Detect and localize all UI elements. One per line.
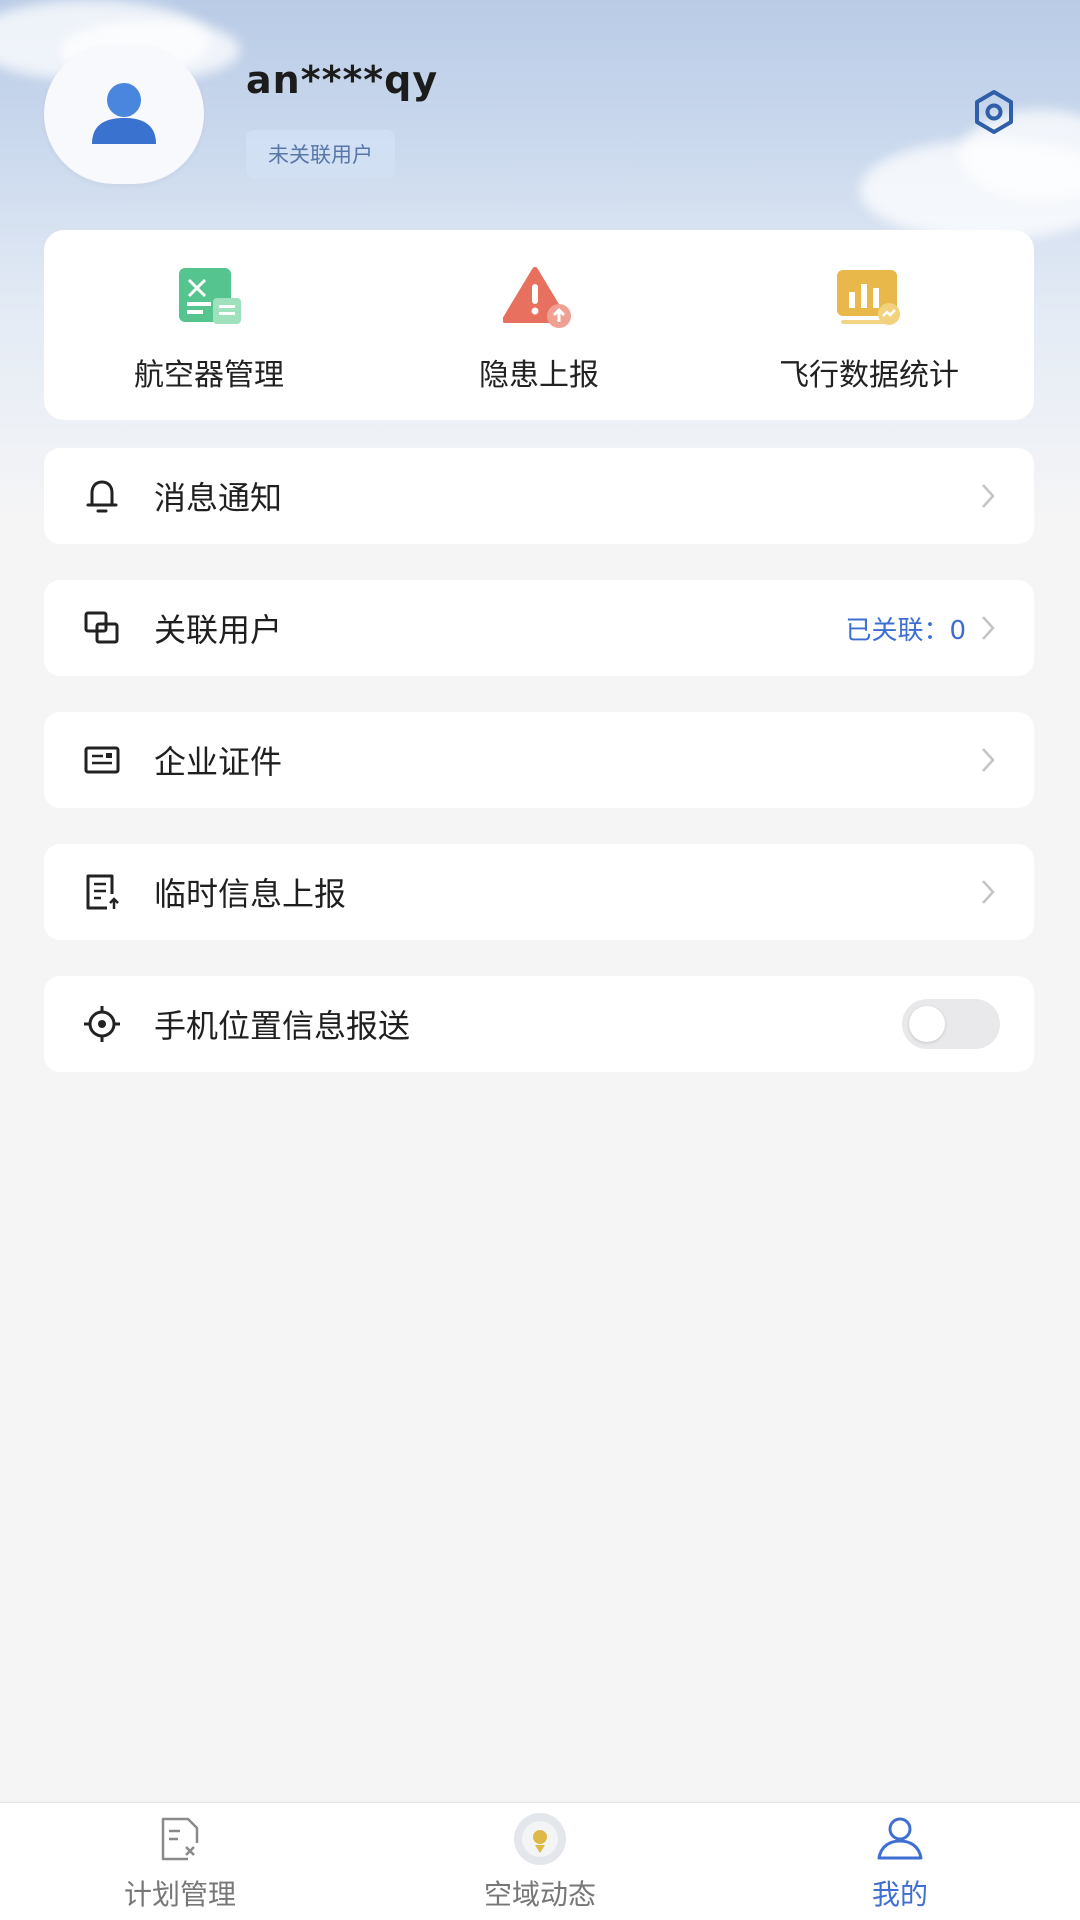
chevron-right-icon bbox=[976, 481, 1000, 511]
document-upload-icon bbox=[82, 872, 122, 912]
menu-item-label: 临时信息上报 bbox=[154, 875, 347, 913]
hazard-report-icon bbox=[503, 264, 575, 332]
airspace-icon bbox=[508, 1811, 572, 1867]
quick-action-label: 隐患上报 bbox=[479, 358, 599, 393]
menu-item-location-report: 手机位置信息报送 bbox=[44, 976, 1034, 1072]
link-users-icon bbox=[82, 608, 122, 648]
tab-airspace[interactable]: 空域动态 bbox=[360, 1803, 720, 1920]
settings-button[interactable] bbox=[966, 84, 1022, 140]
menu-item-label: 手机位置信息报送 bbox=[154, 1007, 411, 1045]
chevron-right-icon bbox=[976, 613, 1000, 643]
quick-action-label: 航空器管理 bbox=[134, 358, 284, 393]
aircraft-management-icon bbox=[173, 264, 245, 332]
tab-label: 计划管理 bbox=[123, 1878, 236, 1911]
bell-icon bbox=[82, 476, 122, 516]
chevron-right-icon bbox=[976, 877, 1000, 907]
chevron-right-icon bbox=[976, 745, 1000, 775]
quick-action-flight-statistics[interactable]: 飞行数据统计 bbox=[704, 230, 1034, 420]
menu-item-label: 关联用户 bbox=[154, 611, 283, 649]
menu-item-linked-users[interactable]: 关联用户 已关联：0 bbox=[44, 580, 1034, 676]
linked-count: 已关联：0 bbox=[845, 615, 966, 646]
menu-item-label: 消息通知 bbox=[154, 479, 283, 517]
toggle-knob bbox=[909, 1006, 945, 1042]
quick-actions-card: 航空器管理 隐患上报 飞行数据统计 bbox=[44, 230, 1034, 420]
bottom-tab-bar: 计划管理 空域动态 我的 bbox=[0, 1802, 1080, 1920]
tab-label: 我的 bbox=[871, 1878, 928, 1911]
settings-hexagon-icon bbox=[975, 90, 1013, 134]
menu-item-temp-report[interactable]: 临时信息上报 bbox=[44, 844, 1034, 940]
username: an****qy bbox=[246, 58, 439, 102]
menu-item-label: 企业证件 bbox=[154, 743, 283, 781]
menu-item-enterprise-cert[interactable]: 企业证件 bbox=[44, 712, 1034, 808]
avatar[interactable] bbox=[44, 44, 204, 184]
location-target-icon bbox=[82, 1004, 122, 1044]
flight-statistics-icon bbox=[833, 264, 905, 332]
location-report-toggle[interactable] bbox=[902, 999, 1000, 1049]
menu-item-notifications[interactable]: 消息通知 bbox=[44, 448, 1034, 544]
quick-action-aircraft-management[interactable]: 航空器管理 bbox=[44, 230, 374, 420]
user-avatar-icon bbox=[92, 83, 156, 144]
user-status-text: 未关联用户 bbox=[268, 143, 373, 167]
tab-profile[interactable]: 我的 bbox=[720, 1803, 1080, 1920]
quick-action-hazard-report[interactable]: 隐患上报 bbox=[374, 230, 704, 420]
id-card-icon bbox=[82, 740, 122, 780]
tab-plan-management[interactable]: 计划管理 bbox=[0, 1803, 360, 1920]
plan-document-icon bbox=[148, 1811, 212, 1867]
user-status-badge: 未关联用户 bbox=[246, 130, 395, 178]
tab-label: 空域动态 bbox=[483, 1878, 596, 1911]
profile-icon bbox=[868, 1811, 932, 1867]
quick-action-label: 飞行数据统计 bbox=[779, 358, 959, 393]
